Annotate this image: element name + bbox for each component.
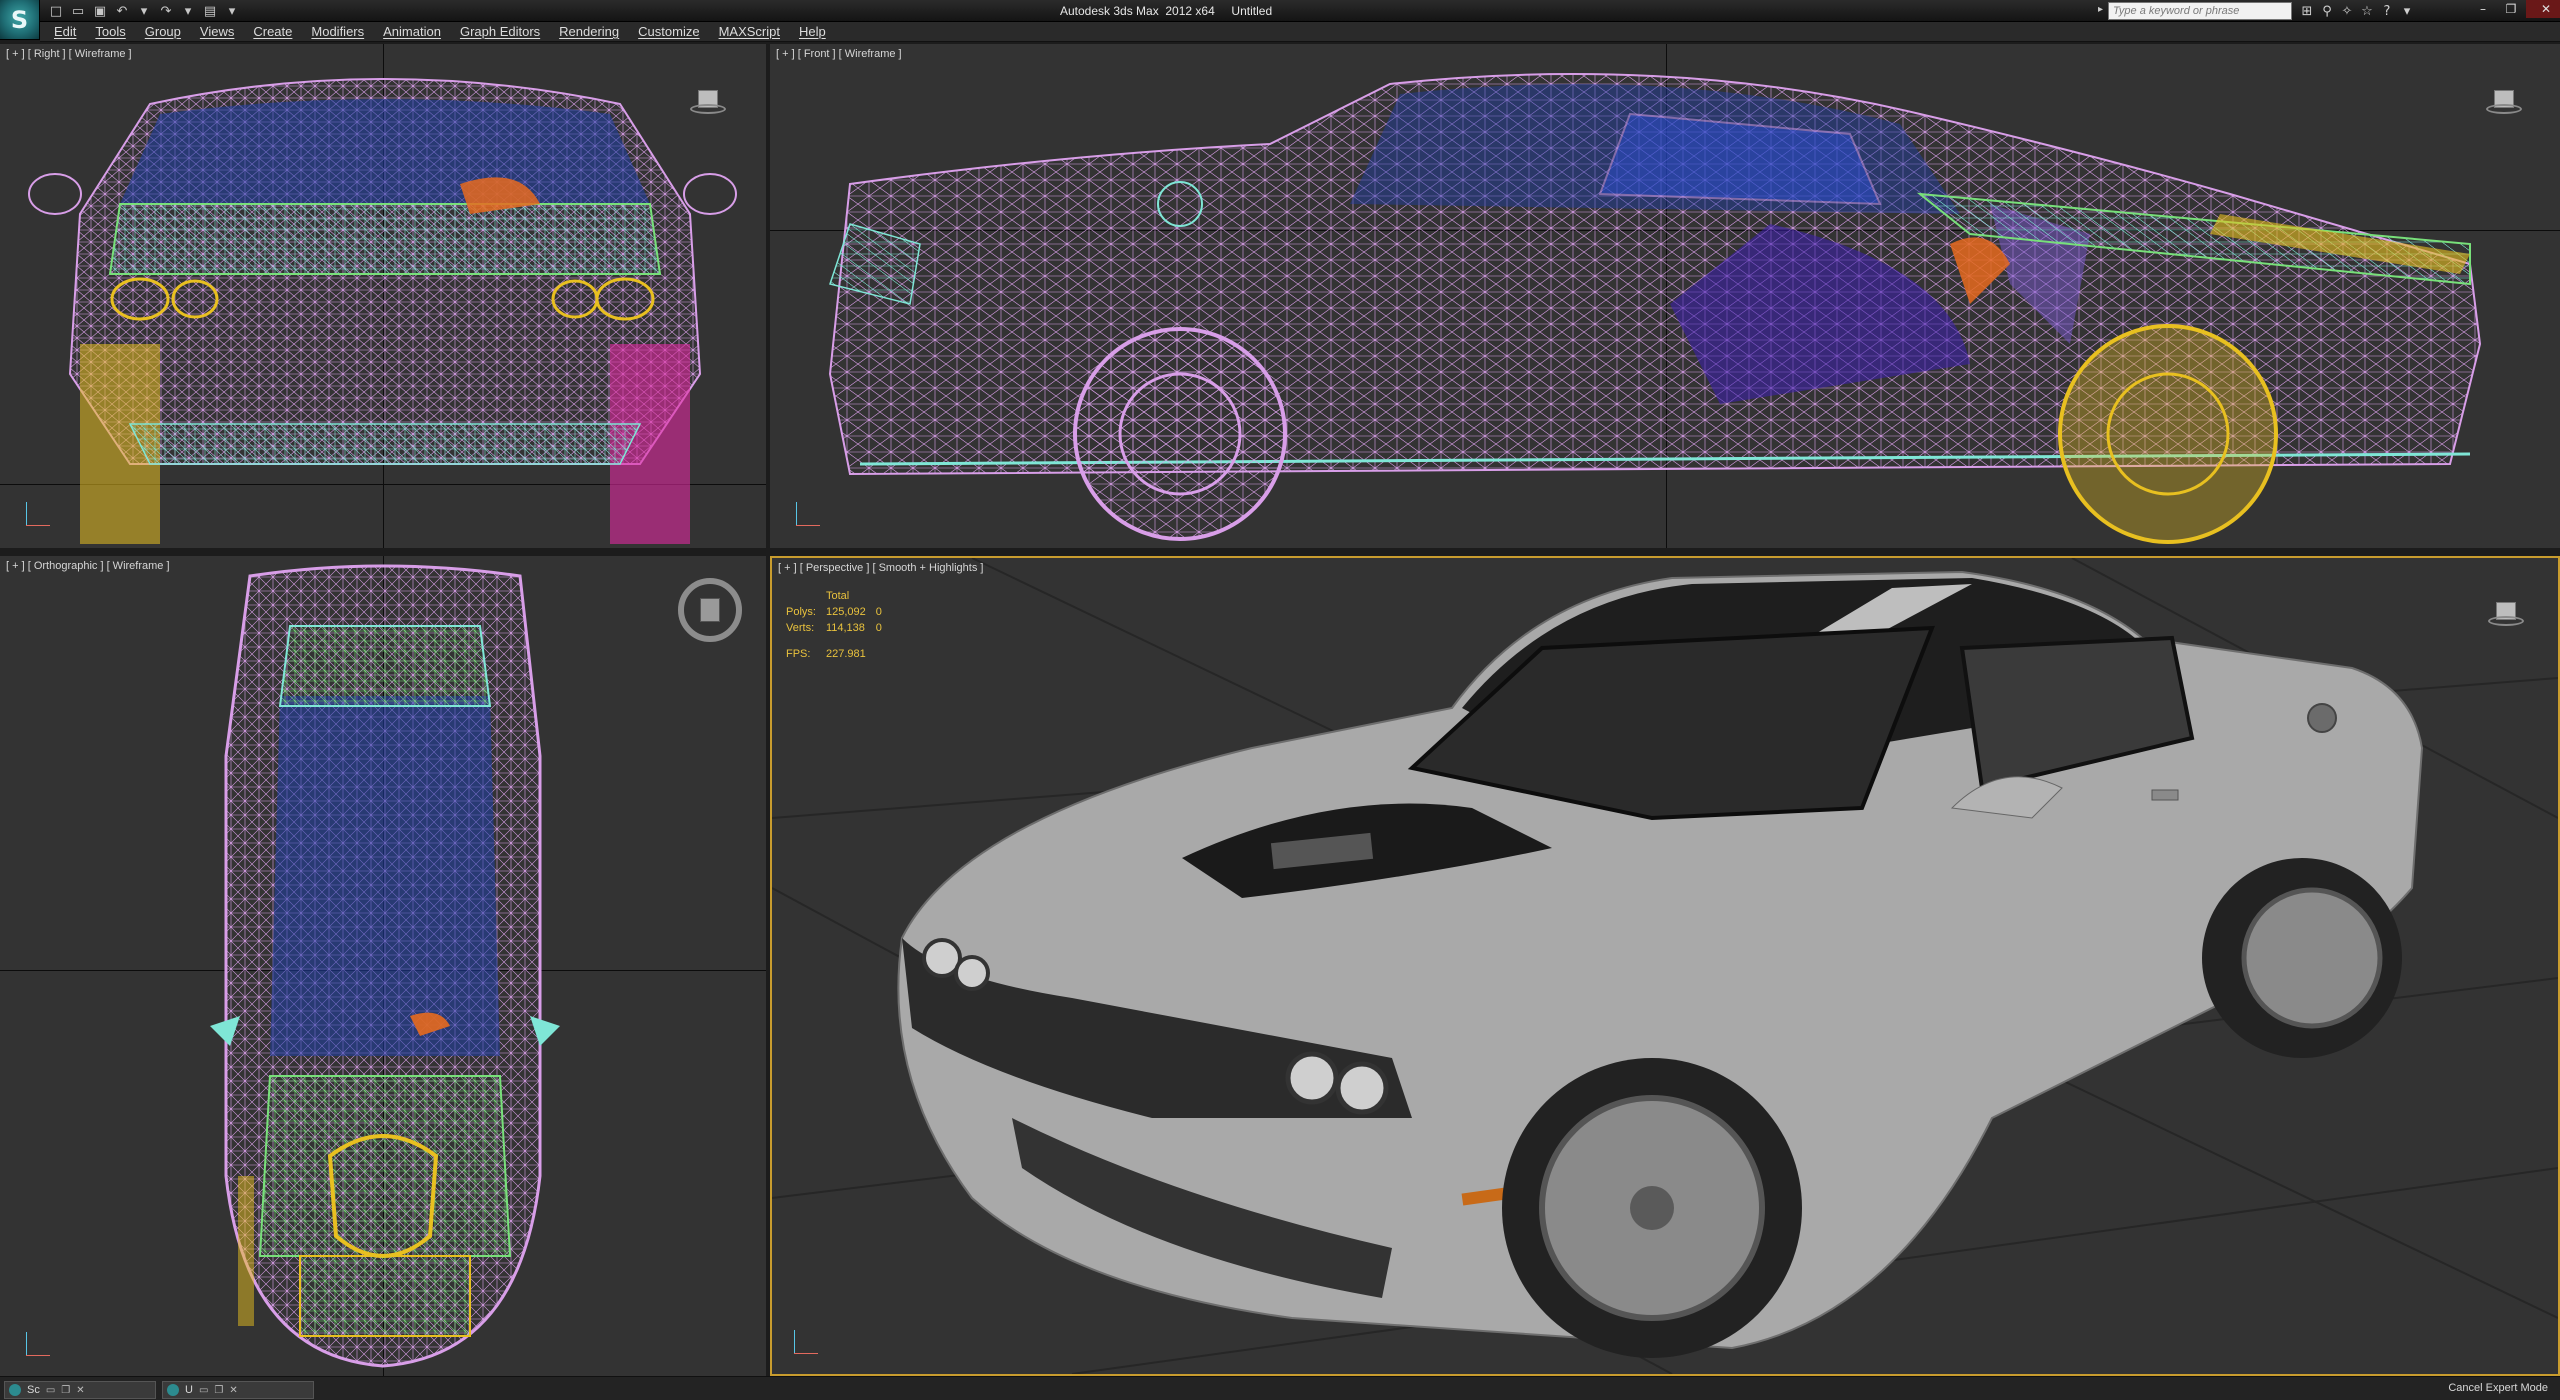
polys-value: 125,092: [825, 606, 866, 618]
menu-rendering[interactable]: Rendering: [559, 24, 619, 39]
open-file-icon[interactable]: ▭: [68, 2, 88, 20]
fps-value: 227.981: [825, 648, 866, 660]
minimized-window-scene[interactable]: Sc ▭ ❐ ✕: [4, 1381, 156, 1399]
search-input[interactable]: Type a keyword or phrase: [2108, 2, 2292, 20]
viewcube[interactable]: [2486, 88, 2522, 118]
redo-dropdown-icon[interactable]: ▾: [178, 2, 198, 20]
polys-label: Polys:: [786, 606, 816, 618]
x-axis: [26, 1355, 50, 1356]
binoculars-icon[interactable]: ⊞: [2298, 1, 2316, 21]
viewport-statistics: Total Polys: 125,092 0 Verts: 114,138 0 …: [786, 588, 892, 662]
viewport-right[interactable]: [ + ] [ Right ] [ Wireframe ]: [0, 44, 766, 548]
viewport-front[interactable]: [ + ] [ Front ] [ Wireframe ]: [770, 44, 2560, 548]
menu-edit[interactable]: Edit: [54, 24, 76, 39]
undo-dropdown-icon[interactable]: ▾: [134, 2, 154, 20]
viewcube-ring[interactable]: [2488, 616, 2524, 626]
redo-icon[interactable]: ↷: [156, 2, 176, 20]
viewport-label[interactable]: [ + ] [ Front ] [ Wireframe ]: [776, 48, 902, 60]
car-wireframe-top: [210, 564, 560, 1368]
application-button[interactable]: S: [0, 0, 40, 40]
close-icon[interactable]: ✕: [229, 1385, 237, 1396]
communication-icon[interactable]: ✧: [2338, 1, 2356, 21]
status-bar: Sc ▭ ❐ ✕ U ▭ ❐ ✕ Cancel Expert Mode: [0, 1376, 2560, 1400]
restore-icon[interactable]: ▭: [199, 1385, 208, 1396]
help-dropdown-icon[interactable]: ▾: [2398, 1, 2416, 21]
restore-icon[interactable]: ▭: [46, 1385, 55, 1396]
viewcube-ring[interactable]: [2486, 104, 2522, 114]
minimize-button[interactable]: –: [2470, 0, 2496, 18]
viewport-label[interactable]: [ + ] [ Right ] [ Wireframe ]: [6, 48, 132, 60]
car-wireframe-side: [828, 73, 2482, 544]
subscription-icon[interactable]: ⚲: [2318, 1, 2336, 21]
restore-button[interactable]: ❐: [2498, 0, 2524, 18]
cancel-expert-mode-button[interactable]: Cancel Expert Mode: [2448, 1382, 2548, 1394]
search-expand-icon[interactable]: ▸: [2098, 4, 2103, 15]
y-axis: [26, 502, 27, 526]
y-axis: [794, 1330, 795, 1354]
viewport-perspective[interactable]: [ + ] [ Perspective ] [ Smooth + Highlig…: [770, 556, 2560, 1376]
x-axis: [796, 525, 820, 526]
menu-group[interactable]: Group: [145, 24, 181, 39]
maximize-icon[interactable]: ❐: [214, 1385, 223, 1396]
viewcube[interactable]: [2488, 600, 2524, 630]
fps-label: FPS:: [786, 648, 811, 660]
app-logo-icon: [9, 1384, 21, 1396]
task-label: Sc: [27, 1384, 40, 1396]
menu-animation[interactable]: Animation: [383, 24, 441, 39]
menu-maxscript[interactable]: MAXScript: [719, 24, 780, 39]
undo-icon[interactable]: ↶: [112, 2, 132, 20]
app-window: □ ▭ ▣ ↶ ▾ ↷ ▾ ▤ ▾ Autodesk 3ds Max 2012 …: [0, 0, 2560, 1400]
app-logo-icon: S: [10, 5, 29, 34]
menu-graph-editors[interactable]: Graph Editors: [460, 24, 540, 39]
minimized-window-untitled[interactable]: U ▭ ❐ ✕: [162, 1381, 314, 1399]
car-wireframe-rear: [28, 78, 737, 544]
project-folder-icon[interactable]: ▤: [200, 2, 220, 20]
close-button[interactable]: ✕: [2526, 0, 2560, 18]
maximize-icon[interactable]: ❐: [61, 1385, 70, 1396]
save-icon[interactable]: ▣: [90, 2, 110, 20]
axis-tripod-icon: [790, 496, 826, 532]
menu-views[interactable]: Views: [200, 24, 234, 39]
stats-header: Total: [825, 590, 850, 602]
viewport-orthographic[interactable]: [ + ] [ Orthographic ] [ Wireframe ]: [0, 556, 766, 1376]
menu-bar: Edit Tools Group Views Create Modifiers …: [40, 22, 2560, 42]
viewport-label[interactable]: [ + ] [ Perspective ] [ Smooth + Highlig…: [778, 562, 983, 574]
window-title: Autodesk 3ds Max 2012 x64 Untitled: [1060, 4, 1273, 18]
menu-help[interactable]: Help: [799, 24, 826, 39]
title-bar: □ ▭ ▣ ↶ ▾ ↷ ▾ ▤ ▾ Autodesk 3ds Max 2012 …: [0, 0, 2560, 22]
car-render-perspective: [772, 558, 2558, 1374]
infocenter-toolbar: ⊞ ⚲ ✧ ☆ ? ▾: [2298, 1, 2416, 21]
menu-create[interactable]: Create: [253, 24, 292, 39]
task-label: U: [185, 1384, 193, 1396]
viewcube[interactable]: [690, 88, 726, 118]
x-axis: [26, 525, 50, 526]
y-axis: [796, 502, 797, 526]
verts-value: 114,138: [825, 622, 865, 634]
y-axis: [26, 1332, 27, 1356]
axis-tripod-icon: [788, 1324, 824, 1360]
favorites-icon[interactable]: ☆: [2358, 1, 2376, 21]
verts-selected: 0: [875, 622, 882, 634]
quick-access-toolbar: □ ▭ ▣ ↶ ▾ ↷ ▾ ▤ ▾: [46, 1, 242, 21]
menu-modifiers[interactable]: Modifiers: [311, 24, 364, 39]
polys-selected: 0: [875, 606, 882, 618]
close-icon[interactable]: ✕: [76, 1385, 84, 1396]
x-axis: [794, 1353, 818, 1354]
menu-tools[interactable]: Tools: [95, 24, 125, 39]
help-icon[interactable]: ?: [2378, 1, 2396, 21]
verts-label: Verts:: [786, 622, 815, 634]
axis-tripod-icon: [20, 496, 56, 532]
qat-dropdown-icon[interactable]: ▾: [222, 2, 242, 20]
viewcube-ring[interactable]: [690, 104, 726, 114]
axis-tripod-icon: [20, 1326, 56, 1362]
viewport-label[interactable]: [ + ] [ Orthographic ] [ Wireframe ]: [6, 560, 170, 572]
new-file-icon[interactable]: □: [46, 2, 66, 20]
menu-customize[interactable]: Customize: [638, 24, 699, 39]
window-controls: – ❐ ✕: [2470, 0, 2560, 18]
steering-wheel-icon[interactable]: [678, 578, 742, 642]
app-logo-icon: [167, 1384, 179, 1396]
